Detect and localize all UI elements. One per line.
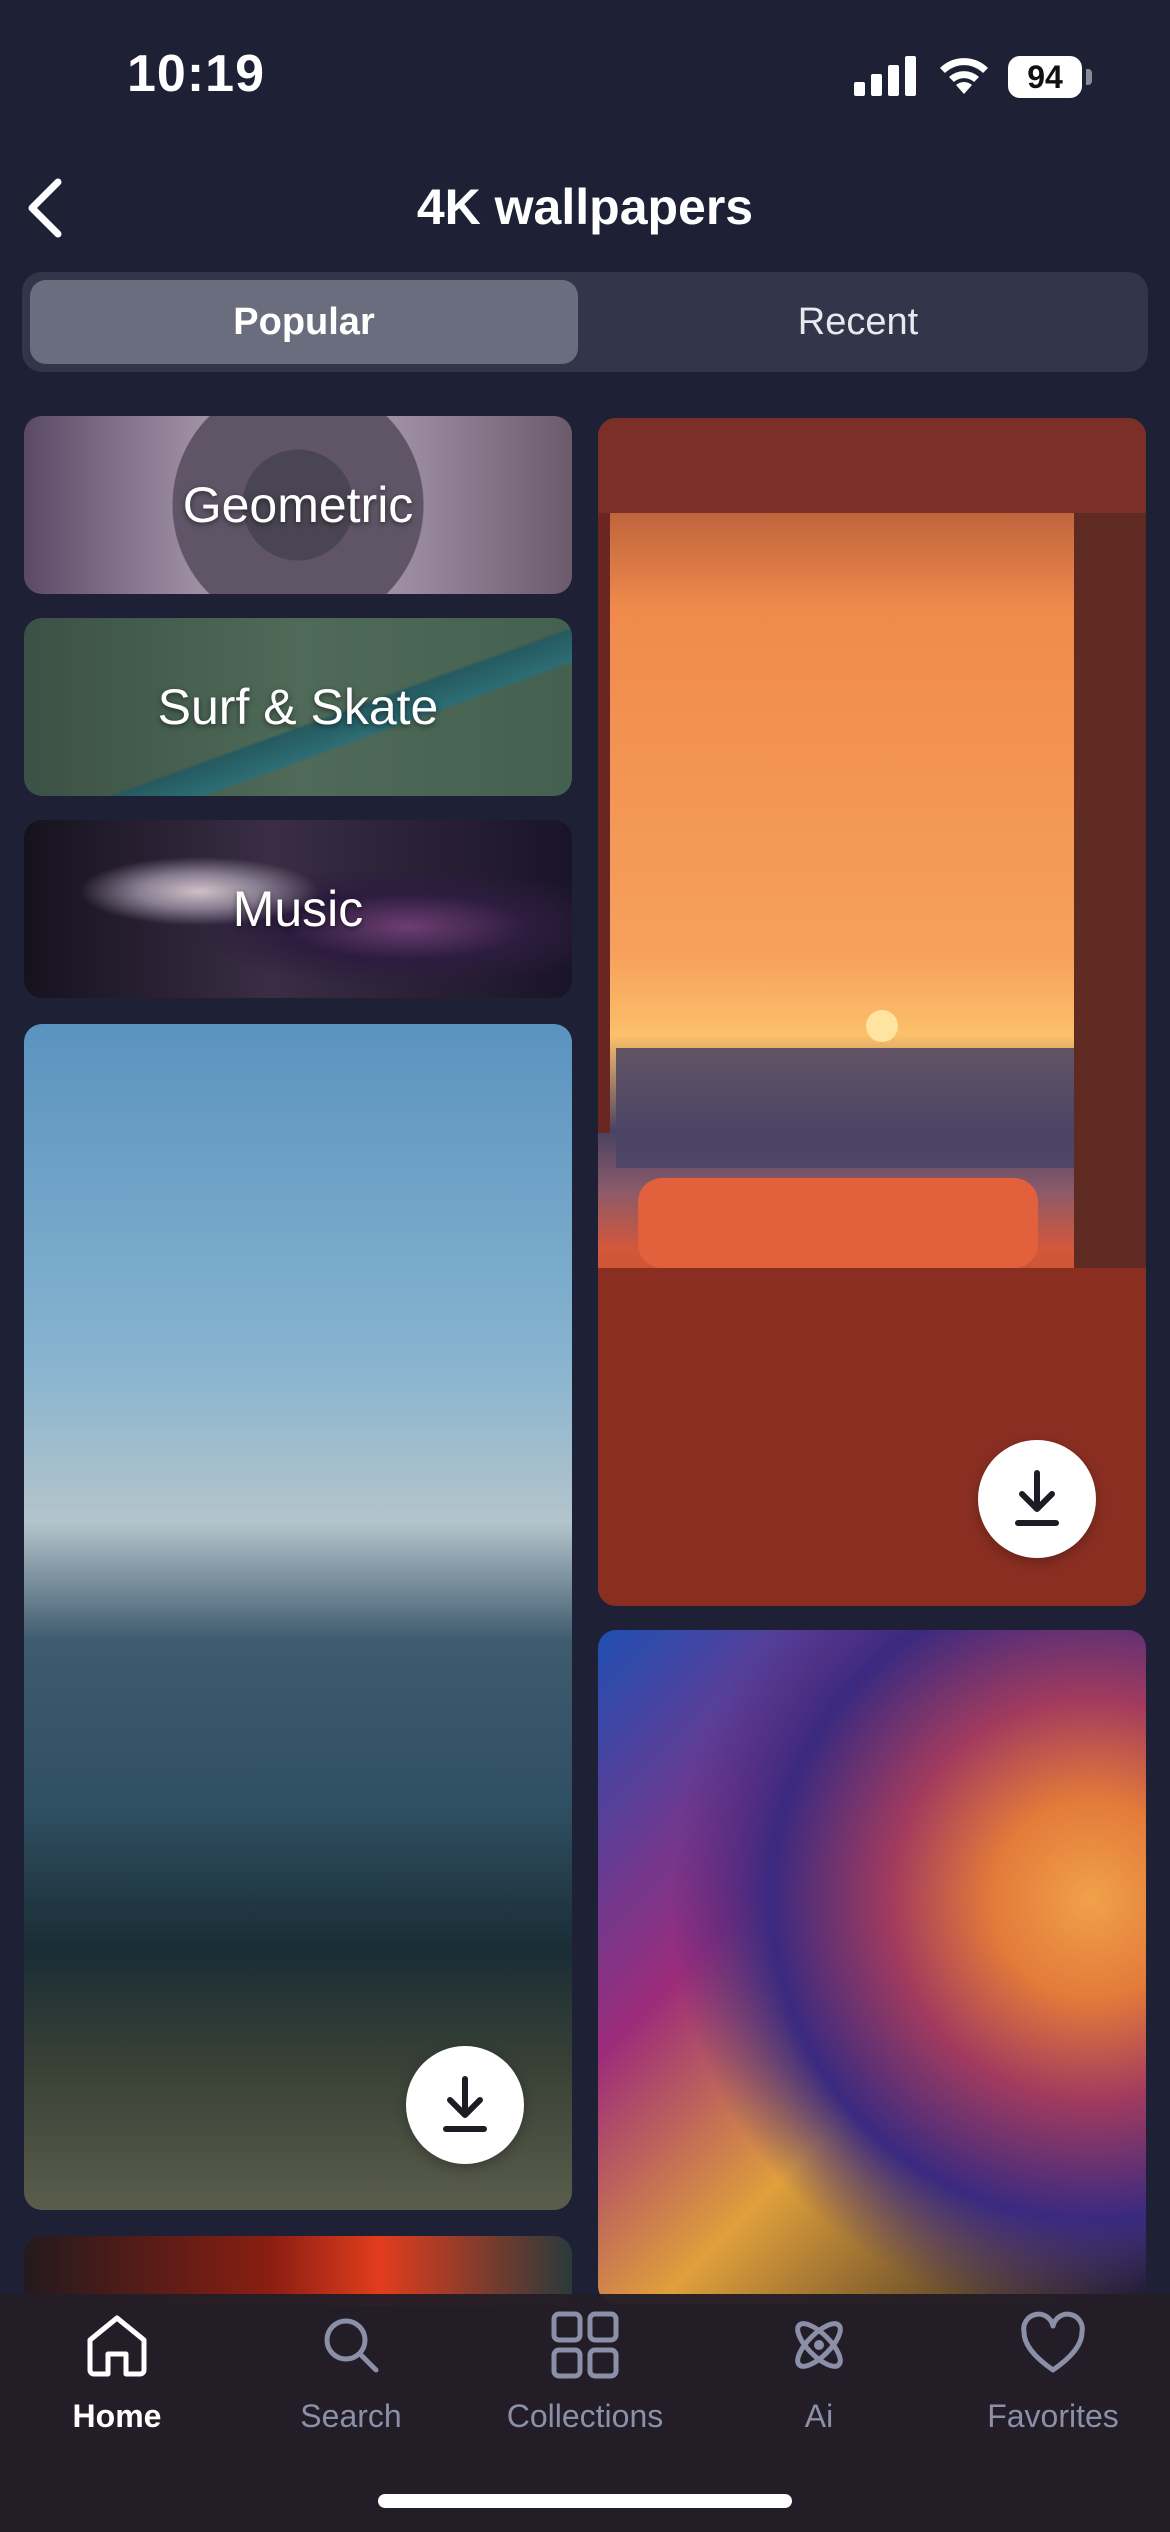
- category-geometric[interactable]: Geometric: [24, 416, 572, 594]
- tab-label: Ai: [804, 2398, 834, 2434]
- tab-label: Search: [300, 2398, 402, 2434]
- atom-icon: [795, 2321, 843, 2369]
- tab-home[interactable]: Home: [0, 2306, 234, 2446]
- battery-cap: [1086, 69, 1092, 85]
- sunset-scene-illustration: [598, 418, 1146, 1606]
- heart-icon: [1021, 2311, 1085, 2373]
- battery-level: 94: [1008, 56, 1082, 98]
- tab-label: Favorites: [987, 2398, 1119, 2434]
- tab-favorites[interactable]: Favorites: [936, 2306, 1170, 2446]
- wifi-icon: [940, 58, 988, 94]
- wallpaper-psychedelic-planet[interactable]: [598, 1630, 1146, 2304]
- wallpaper-sunset-room[interactable]: [598, 418, 1146, 1606]
- download-button[interactable]: [978, 1440, 1096, 1558]
- tab-label: Collections: [506, 2398, 664, 2434]
- download-icon: [1015, 1470, 1059, 1526]
- tab-collections[interactable]: Collections: [468, 2306, 702, 2446]
- wallpaper-coastal-cliffs[interactable]: [24, 1024, 572, 2210]
- battery-indicator: 94: [1008, 56, 1092, 98]
- download-icon: [443, 2076, 487, 2132]
- tab-label: Home: [72, 2398, 162, 2434]
- home-indicator: [378, 2494, 792, 2508]
- tab-search[interactable]: Search: [234, 2306, 468, 2446]
- home-icon: [87, 2315, 147, 2377]
- page-title: 4K wallpapers: [416, 179, 754, 235]
- download-button[interactable]: [406, 2046, 524, 2164]
- category-surf-skate[interactable]: Surf & Skate: [24, 618, 572, 796]
- segment-popular[interactable]: Popular: [30, 280, 578, 364]
- status-time: 10:19: [127, 45, 265, 103]
- segment-recent[interactable]: Recent: [578, 280, 1138, 364]
- cellular-signal-icon: [854, 56, 916, 96]
- search-icon: [324, 2318, 379, 2373]
- category-music[interactable]: Music: [24, 820, 572, 998]
- grid-icon: [551, 2311, 619, 2379]
- tab-ai[interactable]: Ai: [702, 2306, 936, 2446]
